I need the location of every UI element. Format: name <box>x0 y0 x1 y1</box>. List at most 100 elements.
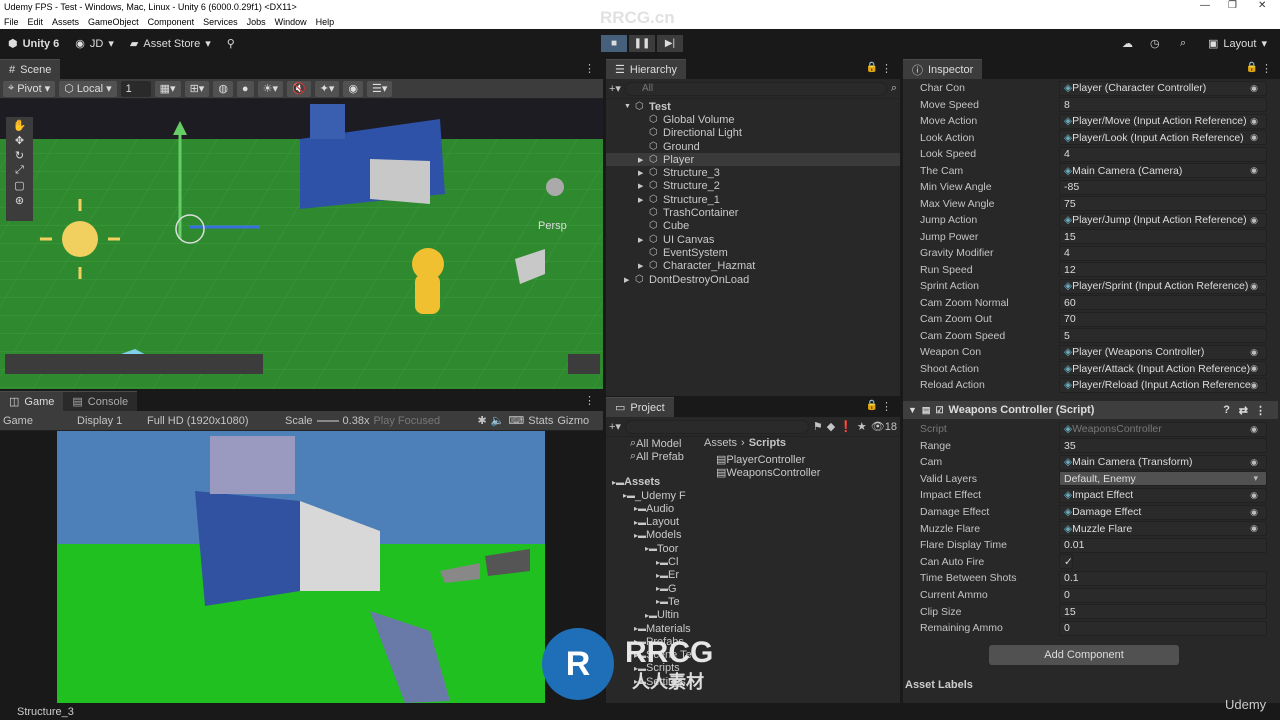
field-value[interactable]: 12 <box>1059 262 1267 277</box>
help-icon[interactable]: ? <box>1223 404 1230 416</box>
field-value[interactable]: -85 <box>1059 179 1267 195</box>
object-picker-icon[interactable]: ◉ <box>1250 380 1258 391</box>
add-component-button[interactable]: Add Component <box>989 645 1179 665</box>
field-value[interactable]: ◈ Main Camera (Transform) ◉ <box>1059 454 1267 470</box>
favorite-item[interactable]: ⌕ All Model <box>606 437 696 450</box>
scale-slider[interactable] <box>316 419 339 422</box>
project-folder[interactable]: ▸▬ Audio <box>606 502 696 515</box>
hierarchy-item[interactable]: ▼ ⬡ Test <box>606 100 900 113</box>
project-folder[interactable]: ▸▬ Te <box>606 595 696 608</box>
play-button[interactable]: ■ <box>601 35 627 52</box>
menu-item-file[interactable]: File <box>4 17 19 27</box>
object-picker-icon[interactable]: ◉ <box>1250 215 1258 226</box>
project-folder[interactable]: ▸▬ Layout <box>606 515 696 528</box>
tab-hierarchy[interactable]: ☰ Hierarchy <box>606 59 686 79</box>
resolution-dropdown[interactable]: Full HD (1920x1080) <box>147 415 281 427</box>
field-value[interactable]: 15 <box>1059 229 1267 244</box>
field-value[interactable]: ◈ Player/Jump (Input Action Reference) ◉ <box>1059 212 1267 228</box>
hierarchy-item[interactable]: ▶ ⬡ DontDestroyOnLoad <box>606 273 900 286</box>
hierarchy-search-input[interactable]: All <box>624 81 887 96</box>
menu-item-help[interactable]: Help <box>316 17 335 27</box>
field-value[interactable]: ◈ Muzzle Flare ◉ <box>1059 521 1267 537</box>
project-folder[interactable]: ▸▬ Cl <box>606 555 696 568</box>
object-picker-icon[interactable]: ◉ <box>1250 363 1258 374</box>
layers-icon[interactable]: ☰▾ <box>367 80 393 97</box>
field-value[interactable]: ◈ Impact Effect ◉ <box>1059 487 1267 503</box>
project-folder[interactable]: ▸▬ Assets <box>606 476 696 489</box>
field-value[interactable]: ◈ WeaponsController ◉ <box>1059 421 1267 437</box>
weapons-component-header[interactable]: ▼ ▤ ☑ Weapons Controller (Script)? ⇄ ⋮ <box>903 401 1278 419</box>
warning-icon[interactable]: ❗ <box>839 420 853 433</box>
close-button[interactable]: ✕ <box>1258 0 1266 11</box>
tab-scene[interactable]: # Scene <box>0 59 61 79</box>
filter-icon[interactable]: ⚑ <box>813 420 823 433</box>
hierarchy-item[interactable]: ⬡ Ground <box>606 140 900 153</box>
version-control-icon[interactable]: ⚲ <box>219 34 243 54</box>
asset-store-button[interactable]: ▰ Asset Store ▾ <box>122 34 219 54</box>
field-value[interactable]: ◈ Player/Move (Input Action Reference) ◉ <box>1059 113 1267 129</box>
field-value[interactable]: ◈ Player (Character Controller) ◉ <box>1059 80 1267 96</box>
rotate-tool-icon[interactable]: ↻ <box>15 149 24 162</box>
hand-tool-icon[interactable]: ✋ <box>13 119 27 132</box>
collapse-arrow-icon[interactable]: ▼ <box>908 405 917 415</box>
favorite-item[interactable]: ⌕ All Prefab <box>606 450 696 463</box>
tab-game[interactable]: ◫ Game <box>0 391 64 411</box>
hierarchy-item[interactable]: ⬡ TrashContainer <box>606 206 900 219</box>
field-value[interactable]: 0.1 <box>1059 570 1267 586</box>
hierarchy-item[interactable]: ⬡ Directional Light <box>606 127 900 140</box>
account-dropdown[interactable]: ◉ JD ▾ <box>67 34 122 54</box>
field-value[interactable]: ✓ <box>1059 554 1073 570</box>
shaded-icon[interactable]: ● <box>236 80 254 97</box>
field-value[interactable]: 75 <box>1059 196 1267 211</box>
field-value[interactable]: ◈ Main Camera (Camera) ◉ <box>1059 163 1267 178</box>
lock-icon[interactable]: 🔒 <box>866 62 878 73</box>
object-picker-icon[interactable]: ◉ <box>1250 132 1258 143</box>
more-icon[interactable]: ⋮ <box>584 394 595 407</box>
project-folder[interactable]: ▸▬ Ultin <box>606 609 696 622</box>
project-search-input[interactable] <box>624 419 809 434</box>
scene-viewport[interactable]: Persp <box>0 99 603 389</box>
expand-arrow-icon[interactable]: ▶ <box>638 236 649 244</box>
menu-item-window[interactable]: Window <box>275 17 307 27</box>
object-picker-icon[interactable]: ◉ <box>1250 165 1258 176</box>
game-mode-dropdown[interactable]: Game <box>3 415 73 427</box>
hierarchy-item[interactable]: ▶ ⬡ Character_Hazmat <box>606 260 900 273</box>
project-folder[interactable]: ▸▬ G <box>606 582 696 595</box>
move-tool-icon[interactable]: ✥ <box>15 134 24 147</box>
project-folder[interactable]: ▸▬ Toor <box>606 542 696 555</box>
transform-tool-icon[interactable]: ⊛ <box>15 194 24 207</box>
object-picker-icon[interactable]: ◉ <box>1250 347 1258 358</box>
field-value[interactable]: 4 <box>1059 146 1267 162</box>
layout-dropdown[interactable]: ▣ Layout ▾ <box>1200 34 1275 54</box>
object-picker-icon[interactable]: ◉ <box>1250 457 1258 468</box>
field-value[interactable]: 0 <box>1059 620 1267 636</box>
menu-item-gameobject[interactable]: GameObject <box>88 17 139 27</box>
speaker-icon[interactable]: 🔈 <box>491 414 505 427</box>
tab-project[interactable]: ▭ Project <box>606 397 674 417</box>
field-value[interactable]: ◈ Player/Attack (Input Action Reference)… <box>1059 361 1267 376</box>
enabled-checkbox[interactable]: ☑ <box>935 405 943 416</box>
star-icon[interactable]: ★ <box>857 420 867 433</box>
field-value[interactable]: 0.01 <box>1059 537 1267 553</box>
snap-icon[interactable]: ⊞▾ <box>184 80 210 97</box>
fx-icon[interactable]: ✦▾ <box>314 80 340 97</box>
lock-icon[interactable]: 🔒 <box>1246 62 1258 73</box>
hierarchy-item[interactable]: ▶ ⬡ UI Canvas <box>606 233 900 246</box>
game-viewport[interactable] <box>0 431 603 703</box>
step-button[interactable]: ▶| <box>657 35 683 52</box>
add-icon[interactable]: +▾ <box>609 82 621 95</box>
gizmos-button[interactable]: Gizmo <box>557 415 589 427</box>
label-icon[interactable]: ◆ <box>827 420 835 433</box>
play-focused-dropdown[interactable]: Play Focused <box>373 415 473 427</box>
script-file[interactable]: ▤ WeaponsController <box>716 466 820 480</box>
hierarchy-item[interactable]: ▶ ⬡ Structure_2 <box>606 180 900 193</box>
preset-icon[interactable]: ⇄ <box>1239 404 1248 417</box>
cloud-icon[interactable]: ☁ <box>1114 34 1141 54</box>
expand-arrow-icon[interactable]: ▶ <box>638 182 649 190</box>
expand-arrow-icon[interactable]: ▶ <box>638 196 649 204</box>
field-value[interactable]: ◈ Player/Sprint (Input Action Reference)… <box>1059 278 1267 294</box>
grid-snap-input[interactable]: 1 <box>120 80 151 97</box>
minimize-button[interactable]: — <box>1200 0 1210 11</box>
object-picker-icon[interactable]: ◉ <box>1250 490 1258 501</box>
object-picker-icon[interactable]: ◉ <box>1250 424 1258 435</box>
